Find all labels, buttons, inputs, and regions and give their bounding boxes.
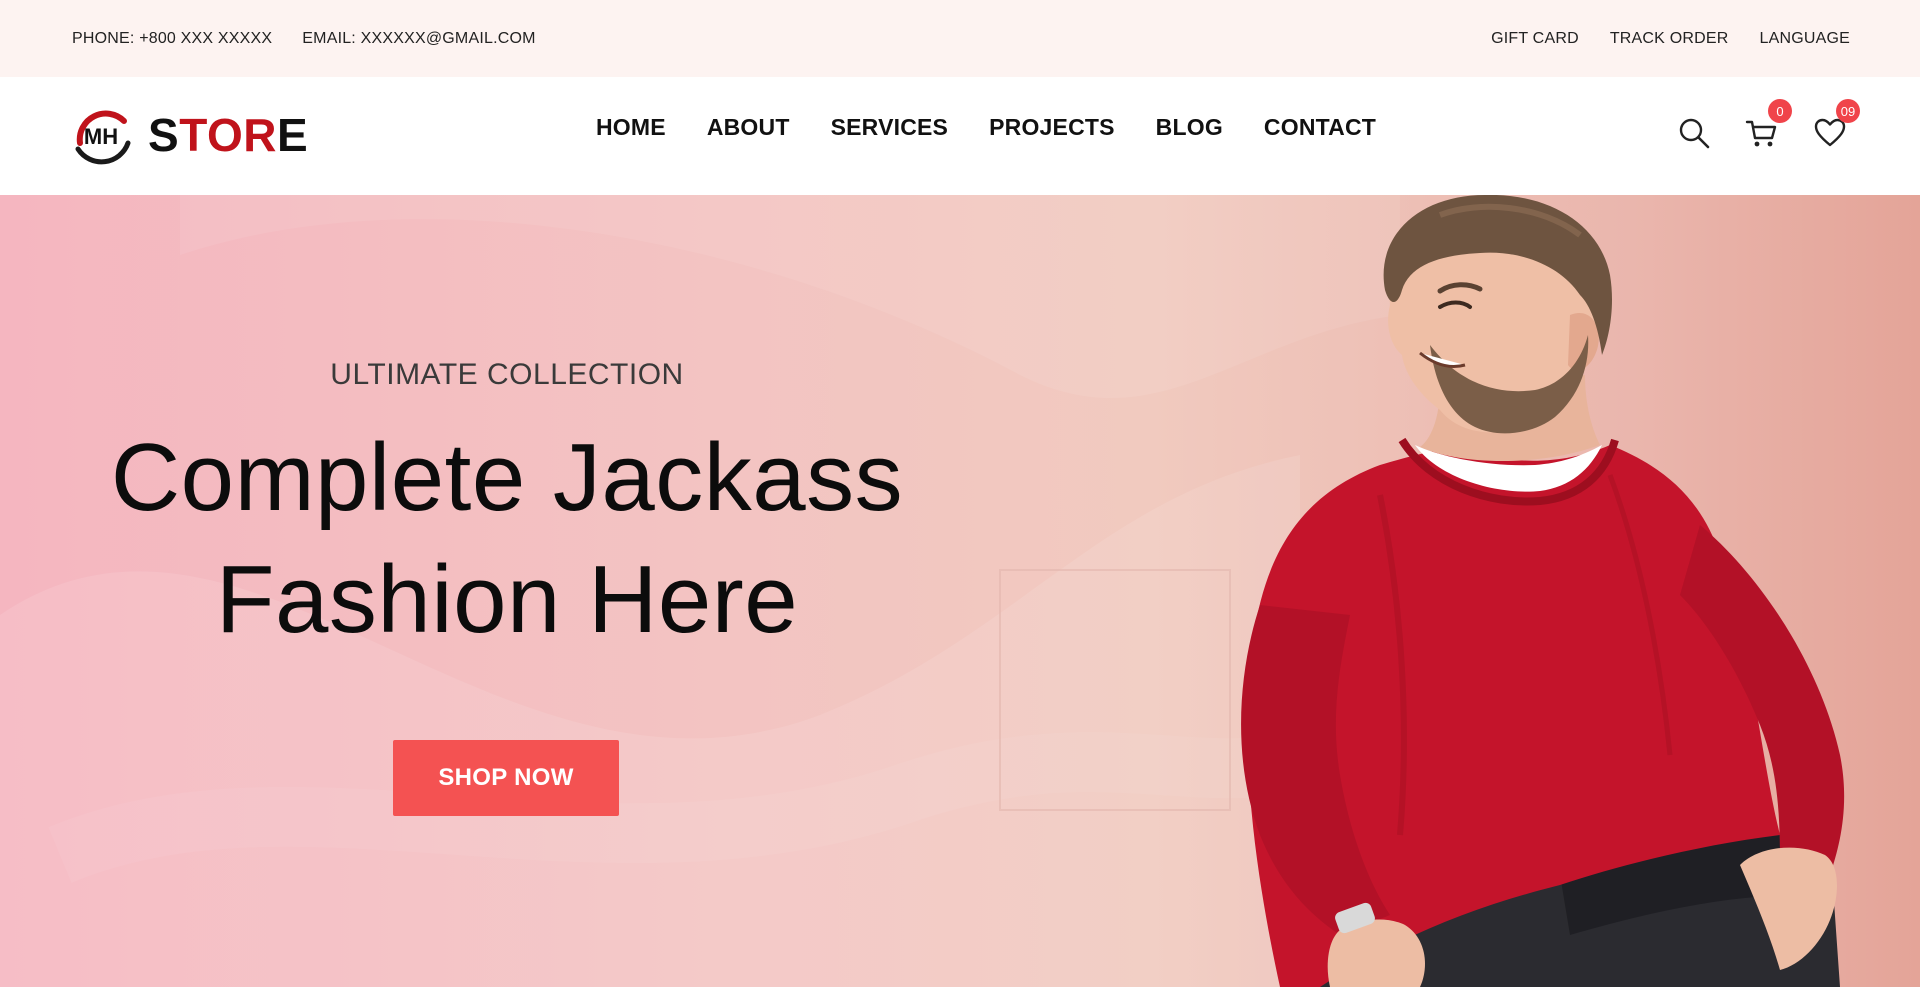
hero-model-image bbox=[1241, 195, 1845, 987]
logo-letters: MH bbox=[84, 124, 118, 149]
contact-info: PHONE: +800 XXX XXXXX EMAIL: XXXXXX@GMAI… bbox=[72, 0, 566, 77]
shop-now-button[interactable]: SHOP NOW bbox=[393, 740, 619, 816]
wishlist-count-badge: 09 bbox=[1836, 99, 1860, 123]
logo-mark-icon: MH bbox=[75, 110, 131, 165]
hero-eyebrow: ULTIMATE COLLECTION bbox=[330, 358, 684, 391]
wishlist-button[interactable]: 09 bbox=[1810, 99, 1860, 153]
search-button[interactable] bbox=[1674, 113, 1714, 153]
nav-blog[interactable]: BLOG bbox=[1156, 114, 1223, 141]
brand-name: STORE bbox=[148, 112, 308, 158]
utility-links: GIFT CARD TRACK ORDER LANGUAGE bbox=[1460, 0, 1850, 77]
cart-button[interactable]: 0 bbox=[1742, 99, 1792, 153]
search-icon bbox=[1679, 118, 1710, 149]
top-info-bar: PHONE: +800 XXX XXXXX EMAIL: XXXXXX@GMAI… bbox=[0, 0, 1920, 77]
brand-part-1: S bbox=[148, 109, 180, 161]
nav-services[interactable]: SERVICES bbox=[831, 114, 949, 141]
nav-projects[interactable]: PROJECTS bbox=[989, 114, 1115, 141]
main-nav: HOME ABOUT SERVICES PROJECTS BLOG CONTAC… bbox=[596, 77, 1417, 177]
track-order-link[interactable]: TRACK ORDER bbox=[1610, 30, 1729, 48]
nav-about[interactable]: ABOUT bbox=[707, 114, 790, 141]
phone-text: PHONE: +800 XXX XXXXX bbox=[72, 29, 273, 47]
cart-count-badge: 0 bbox=[1768, 99, 1792, 123]
site-logo[interactable]: MH STORE bbox=[70, 99, 308, 171]
email-text: EMAIL: XXXXXX@GMAIL.COM bbox=[302, 29, 536, 47]
hero-headline-line-2: Fashion Here bbox=[215, 546, 799, 653]
main-header: MH STORE HOME ABOUT SERVICES PROJECTS BL… bbox=[0, 77, 1920, 195]
hero-banner: ULTIMATE COLLECTION Complete Jackass Fas… bbox=[0, 195, 1920, 987]
hero-headline-line-1: Complete Jackass bbox=[110, 424, 904, 531]
language-link[interactable]: LANGUAGE bbox=[1759, 30, 1850, 48]
gift-card-link[interactable]: GIFT CARD bbox=[1491, 30, 1579, 48]
header-icons: 0 09 bbox=[1646, 99, 1860, 153]
nav-contact[interactable]: CONTACT bbox=[1264, 114, 1376, 141]
nav-home[interactable]: HOME bbox=[596, 114, 666, 141]
hero-headline: Complete Jackass Fashion Here bbox=[0, 417, 1014, 661]
brand-part-3: E bbox=[276, 109, 309, 161]
brand-part-2: TOR bbox=[179, 109, 277, 161]
